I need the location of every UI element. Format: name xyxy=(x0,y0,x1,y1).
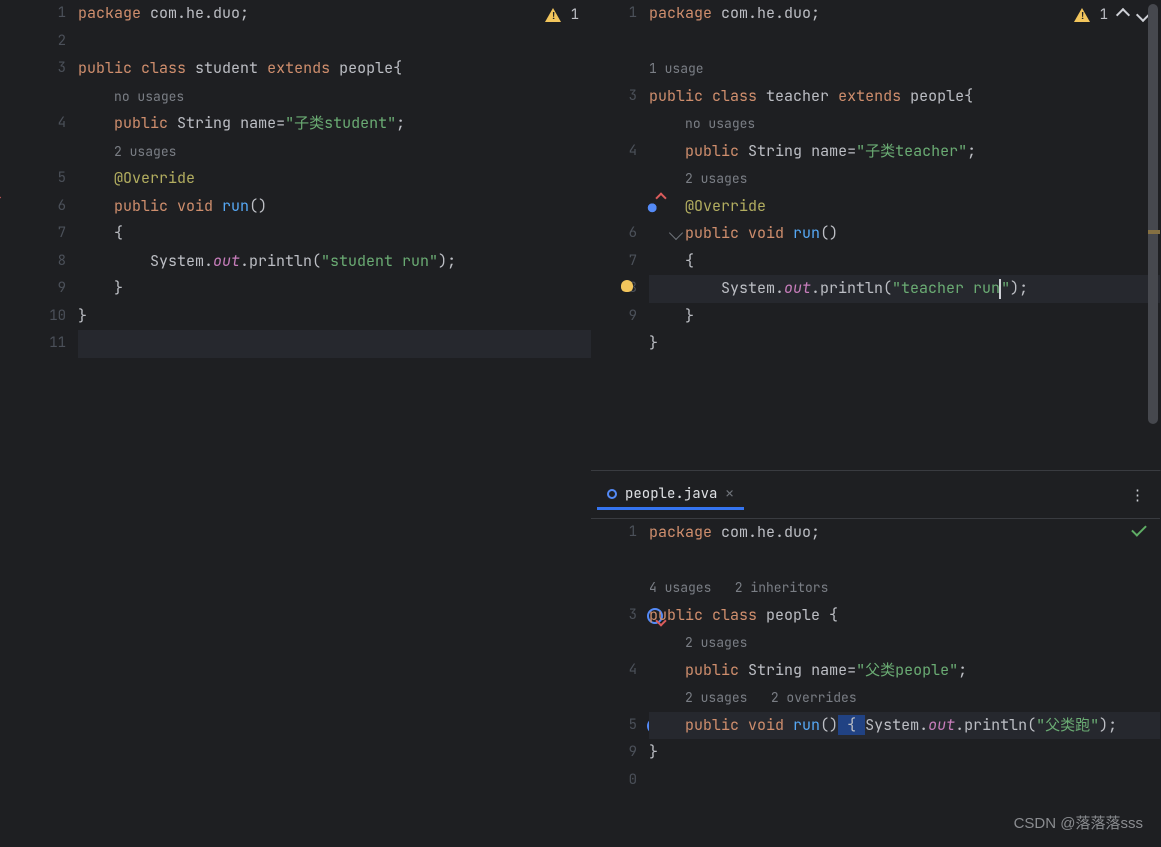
editor-pane-teacher: 1 1346789 package com.he.duo;1 usagepubl… xyxy=(591,0,1161,470)
code-area[interactable]: package com.he.duo;1 usagepublic class t… xyxy=(649,0,1160,470)
code-editor[interactable]: 1234567891011 package com.he.duo;public … xyxy=(0,0,591,847)
editor-pane-people: people.java ✕ ⋮ 134590 package com.he.du… xyxy=(591,470,1161,847)
gutter: 134590 xyxy=(591,519,649,847)
close-icon[interactable]: ✕ xyxy=(725,485,733,503)
more-icon[interactable]: ⋮ xyxy=(1130,485,1146,505)
tab-label: people.java xyxy=(625,485,717,503)
code-editor[interactable]: 134590 package com.he.duo;4 usages 2 inh… xyxy=(591,519,1160,847)
code-editor[interactable]: 1346789 package com.he.duo;1 usagepublic… xyxy=(591,0,1160,470)
gutter: 1234567891011 xyxy=(0,0,78,847)
code-area[interactable]: package com.he.duo;public class student … xyxy=(78,0,591,847)
java-file-icon xyxy=(607,489,617,499)
scroll-marker xyxy=(1148,230,1160,234)
tab-bar: people.java ✕ ⋮ xyxy=(591,471,1160,519)
tab-people[interactable]: people.java ✕ xyxy=(597,481,744,510)
watermark: CSDN @落落落sss xyxy=(1014,812,1143,833)
scrollbar[interactable] xyxy=(1148,4,1158,424)
code-area[interactable]: package com.he.duo;4 usages 2 inheritors… xyxy=(649,519,1160,847)
gutter: 1346789 xyxy=(591,0,649,470)
editor-pane-student: 1 1234567891011 package com.he.duo;publi… xyxy=(0,0,591,847)
